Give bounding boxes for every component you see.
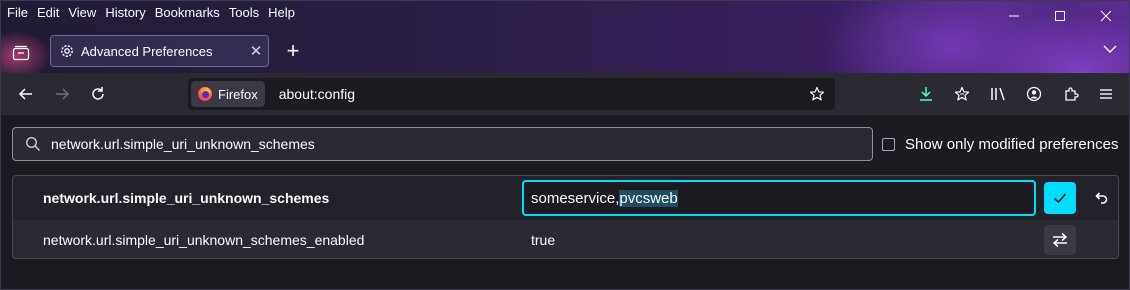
- new-tab-button[interactable]: +: [281, 38, 305, 63]
- window-controls: [991, 1, 1129, 31]
- star-icon: [809, 86, 825, 101]
- firefox-view-icon: [12, 45, 30, 61]
- table-row: network.url.simple_uri_unknown_schemes s…: [13, 176, 1118, 221]
- toggle-button[interactable]: [1044, 225, 1076, 255]
- bookmark-star-button[interactable]: [805, 86, 829, 102]
- reload-button[interactable]: [86, 82, 110, 106]
- account-button[interactable]: [1022, 82, 1046, 106]
- show-modified-toggle[interactable]: Show only modified preferences: [882, 136, 1118, 153]
- forward-button[interactable]: [50, 82, 74, 106]
- gear-icon: [59, 43, 75, 59]
- undo-icon: [1095, 192, 1108, 204]
- reload-icon: [92, 87, 104, 100]
- url-text[interactable]: about:config: [279, 86, 805, 102]
- list-all-tabs-button[interactable]: [1103, 41, 1117, 59]
- tab-title: Advanced Preferences: [81, 43, 213, 59]
- menu-edit[interactable]: Edit: [31, 5, 62, 20]
- show-modified-checkbox[interactable]: [882, 138, 895, 151]
- navigation-toolbar: Firefox about:config: [1, 73, 1129, 115]
- arrow-right-icon: [56, 88, 70, 100]
- menu-file[interactable]: File: [1, 5, 31, 20]
- menu-tools[interactable]: Tools: [223, 5, 262, 20]
- menu-view[interactable]: View: [62, 5, 99, 20]
- pref-name: network.url.simple_uri_unknown_schemes: [43, 190, 330, 206]
- show-modified-label: Show only modified preferences: [905, 136, 1119, 153]
- star-list-icon: [954, 86, 970, 101]
- checkmark-icon: [1053, 193, 1067, 204]
- preferences-table: network.url.simple_uri_unknown_schemes s…: [12, 175, 1119, 259]
- close-icon: [1100, 10, 1112, 22]
- tab-advanced-preferences[interactable]: Advanced Preferences ✕: [50, 35, 269, 67]
- preference-search-input[interactable]: network.url.simple_uri_unknown_schemes: [12, 127, 873, 161]
- toggle-arrows-icon: [1052, 232, 1068, 248]
- downloads-button[interactable]: [914, 82, 938, 106]
- extensions-button[interactable]: [1059, 82, 1083, 106]
- library-icon: [991, 87, 1005, 101]
- maximize-button[interactable]: [1037, 1, 1083, 31]
- menu-history[interactable]: History: [99, 5, 148, 20]
- minimize-button[interactable]: [991, 1, 1037, 31]
- tab-close-button[interactable]: ✕: [244, 42, 268, 60]
- save-button[interactable]: [1044, 182, 1076, 214]
- puzzle-icon: [1065, 87, 1079, 101]
- firefox-logo-icon: [198, 87, 212, 101]
- pref-value-input[interactable]: someservice, pvcsweb: [522, 180, 1036, 216]
- pref-value-selected-text: pvcsweb: [619, 189, 678, 207]
- menu-bookmarks[interactable]: Bookmarks: [149, 5, 223, 20]
- pref-value-text: someservice,: [531, 189, 620, 207]
- back-button[interactable]: [14, 82, 38, 106]
- close-window-button[interactable]: [1083, 1, 1129, 31]
- bookmarks-button[interactable]: [950, 82, 974, 106]
- pref-value: true: [531, 232, 556, 248]
- search-icon: [25, 136, 41, 152]
- menu-bar: File Edit View History Bookmarks Tools H…: [1, 1, 298, 23]
- minimize-icon: [1009, 15, 1019, 17]
- browser-window: File Edit View History Bookmarks Tools H…: [0, 0, 1130, 290]
- identity-label: Firefox: [218, 86, 258, 102]
- pref-name: network.url.simple_uri_unknown_schemes_e…: [43, 232, 365, 248]
- url-bar[interactable]: Firefox about:config: [188, 78, 835, 110]
- identity-box[interactable]: Firefox: [191, 81, 265, 107]
- search-value: network.url.simple_uri_unknown_schemes: [51, 136, 315, 152]
- app-menu-button[interactable]: [1094, 82, 1118, 106]
- chevron-down-icon: [1103, 45, 1117, 53]
- account-icon: [1026, 86, 1042, 102]
- reset-button[interactable]: [1087, 184, 1115, 212]
- maximize-icon: [1055, 11, 1065, 21]
- library-button[interactable]: [986, 82, 1010, 106]
- hamburger-menu-icon: [1100, 89, 1112, 99]
- menu-help[interactable]: Help: [262, 5, 298, 20]
- arrow-left-icon: [18, 88, 32, 100]
- firefox-view-button[interactable]: [7, 41, 35, 65]
- table-row: network.url.simple_uri_unknown_schemes_e…: [13, 220, 1118, 258]
- download-icon: [920, 87, 932, 101]
- title-bar: File Edit View History Bookmarks Tools H…: [1, 1, 1129, 73]
